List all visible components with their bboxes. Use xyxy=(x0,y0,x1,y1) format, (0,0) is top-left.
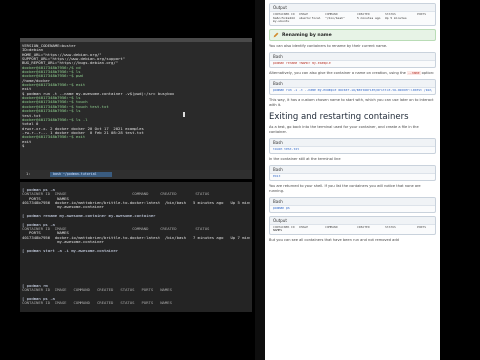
table-cell xyxy=(385,20,415,24)
paragraph: This way, it has a custom chosen name to… xyxy=(269,97,434,107)
output-table: CONTAINER ID IMAGE COMMAND CREATED STATUS POR… xyxy=(273,226,432,233)
terminal-line: CONTAINER ID IMAGE COMMAND CREATED STATU… xyxy=(22,300,172,305)
status-window-pill[interactable]: bash ~/podman-tutorial xyxy=(50,172,112,177)
paragraph: As a test, go back into the terminal use… xyxy=(269,124,419,134)
table-cell xyxy=(325,229,355,233)
code-block-label: Bash xyxy=(270,138,435,147)
code-block-label: Bash xyxy=(270,197,435,206)
paragraph: You are returned to your shell. If you l… xyxy=(269,183,421,193)
output-box: Output CONTAINER ID IMAGE COMMAND CREATED ST… xyxy=(269,3,436,27)
section-banner-title: Renaming by name xyxy=(282,32,332,38)
paragraph-text: Alternatively, you can also give the con… xyxy=(269,71,407,76)
code-text: touch test.txt xyxy=(273,147,300,151)
tmux-status-bar: 1: bash ~/podman-tutorial xyxy=(20,170,252,179)
paragraph: You can also identify containers to rena… xyxy=(269,44,388,49)
table-cell xyxy=(417,229,435,233)
table-cell xyxy=(385,229,415,233)
output-box-label: Output xyxy=(270,4,435,12)
inline-code: --name xyxy=(407,71,421,76)
panel-divider xyxy=(255,0,265,360)
section-heading: Exiting and restarting containers xyxy=(269,111,409,122)
output-table: CONTAINER ID IMAGE COMMAND CREATED STATUS POR… xyxy=(273,13,432,24)
table-cell xyxy=(417,20,435,24)
code-text: podman rename <NAME> my-example xyxy=(273,62,331,66)
table-cell xyxy=(357,20,383,24)
table-cell xyxy=(299,229,323,233)
code-block-label: Bash xyxy=(270,165,435,174)
status-label: 1: xyxy=(26,172,31,176)
code-text: exit xyxy=(273,174,281,178)
terminal-bottom-output: [ podman ps -a CONTAINER ID IMAGE COMMAND… xyxy=(22,188,250,305)
output-box: Output CONTAINER ID IMAGE COMMAND CREATED ST… xyxy=(269,215,436,236)
table-cell xyxy=(325,20,355,24)
pencil-icon xyxy=(273,32,279,38)
screen: VERSION_CODENAME=buster ID=debian HOME_URL… xyxy=(0,0,480,360)
terminal-line: $ xyxy=(22,143,25,148)
section-banner: Renaming by name xyxy=(269,29,436,42)
paragraph: In the container still at the terminal l… xyxy=(269,156,341,161)
code-block[interactable]: Bash podman rename <NAME> my-example xyxy=(269,52,436,69)
code-block[interactable]: Bash exit xyxy=(269,164,436,181)
paragraph-text: option: xyxy=(420,71,435,76)
mouse-cursor-icon xyxy=(183,112,185,117)
table-cell xyxy=(299,20,323,24)
table-cell xyxy=(357,229,383,233)
paragraph: But you can see all containers that have… xyxy=(269,238,399,243)
output-box-label: Output xyxy=(270,216,435,225)
terminal-top-output: VERSION_CODENAME=buster ID=debian HOME_URL… xyxy=(22,44,250,148)
terminal-top[interactable]: VERSION_CODENAME=buster ID=debian HOME_URL… xyxy=(20,38,252,178)
code-text: podman run -i -t --name my-example docke… xyxy=(273,89,432,93)
code-block[interactable]: Bash podman run -i -t --name my-example … xyxy=(269,79,436,95)
code-text: podman ps xyxy=(273,206,290,210)
code-block[interactable]: Bash touch test.txt xyxy=(269,137,436,154)
table-cell: NAMES xyxy=(273,229,283,233)
table-cell: my-ubuntu xyxy=(273,20,290,24)
paragraph: Alternatively, you can also give the con… xyxy=(269,71,436,76)
terminal-top-titlebar xyxy=(20,38,252,42)
code-block-label: Bash xyxy=(270,80,435,89)
code-block[interactable]: Bash podman ps xyxy=(269,196,436,213)
code-block-label: Bash xyxy=(270,53,435,62)
terminal-bottom[interactable]: [ podman ps -a CONTAINER ID IMAGE COMMAND… xyxy=(20,182,252,312)
tutorial-document[interactable]: Output CONTAINER ID IMAGE COMMAND CREATED ST… xyxy=(265,0,440,360)
